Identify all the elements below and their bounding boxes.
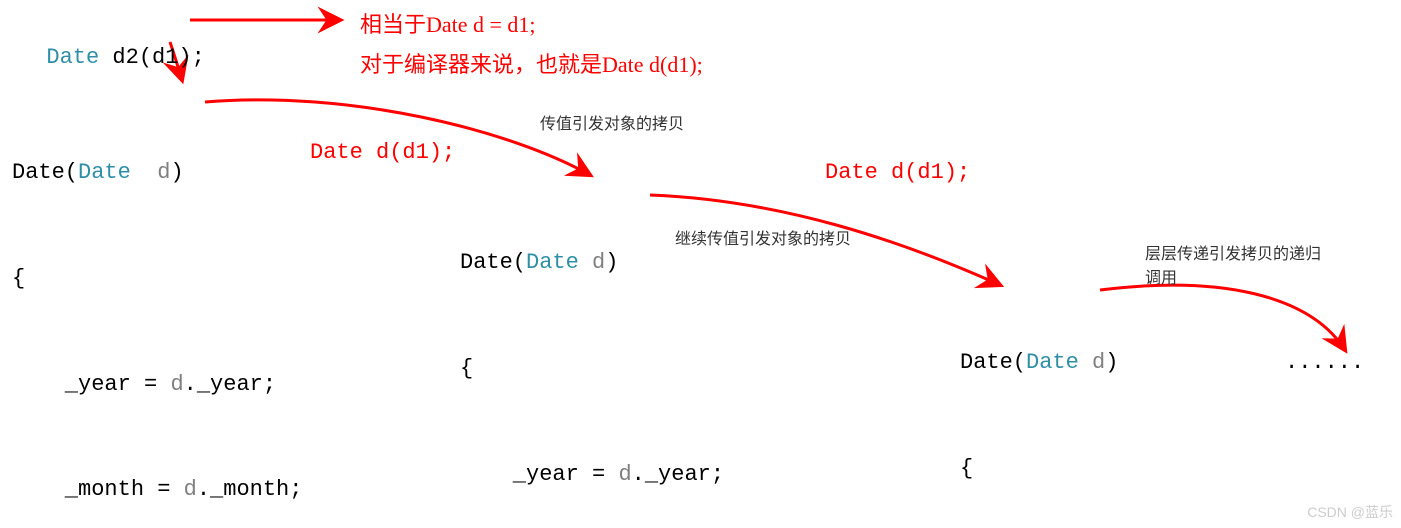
call-right: Date d(d1); bbox=[825, 160, 970, 185]
copy-note-1: 传值引发对象的拷贝 bbox=[540, 110, 684, 134]
ctor-line-year: _year = d._year; bbox=[12, 367, 302, 402]
ellipsis: ...... bbox=[1285, 345, 1364, 380]
ctor-line-month: _month = d._month; bbox=[12, 472, 302, 507]
brace-open: { bbox=[960, 451, 1250, 486]
ctor-block-1: Date(Date d) { _year = d._year; _month =… bbox=[12, 85, 302, 528]
annot-line2: 对于编译器来说，也就是Date d(d1); bbox=[360, 47, 703, 79]
ctor-sig: Date(Date d) bbox=[960, 345, 1250, 380]
ctor-block-3: Date(Date d) { _year = d._year; _month =… bbox=[960, 275, 1250, 528]
top-call: Date d2(d1); bbox=[20, 5, 205, 75]
ctor-block-2: Date(Date d) { _year = d._year; _month =… bbox=[460, 175, 750, 528]
call-mid: Date d(d1); bbox=[310, 140, 455, 165]
call-rest: d2(d1); bbox=[99, 45, 205, 70]
type-keyword: Date bbox=[46, 45, 99, 70]
brace-open: { bbox=[460, 351, 750, 386]
brace-open: { bbox=[12, 261, 302, 296]
watermark: CSDN @蓝乐 bbox=[1307, 502, 1393, 522]
ctor-sig: Date(Date d) bbox=[460, 245, 750, 280]
ctor-line-year: _year = d._year; bbox=[460, 457, 750, 492]
ctor-sig: Date(Date d) bbox=[12, 155, 302, 190]
annot-line1: 相当于Date d = d1; bbox=[360, 7, 536, 39]
